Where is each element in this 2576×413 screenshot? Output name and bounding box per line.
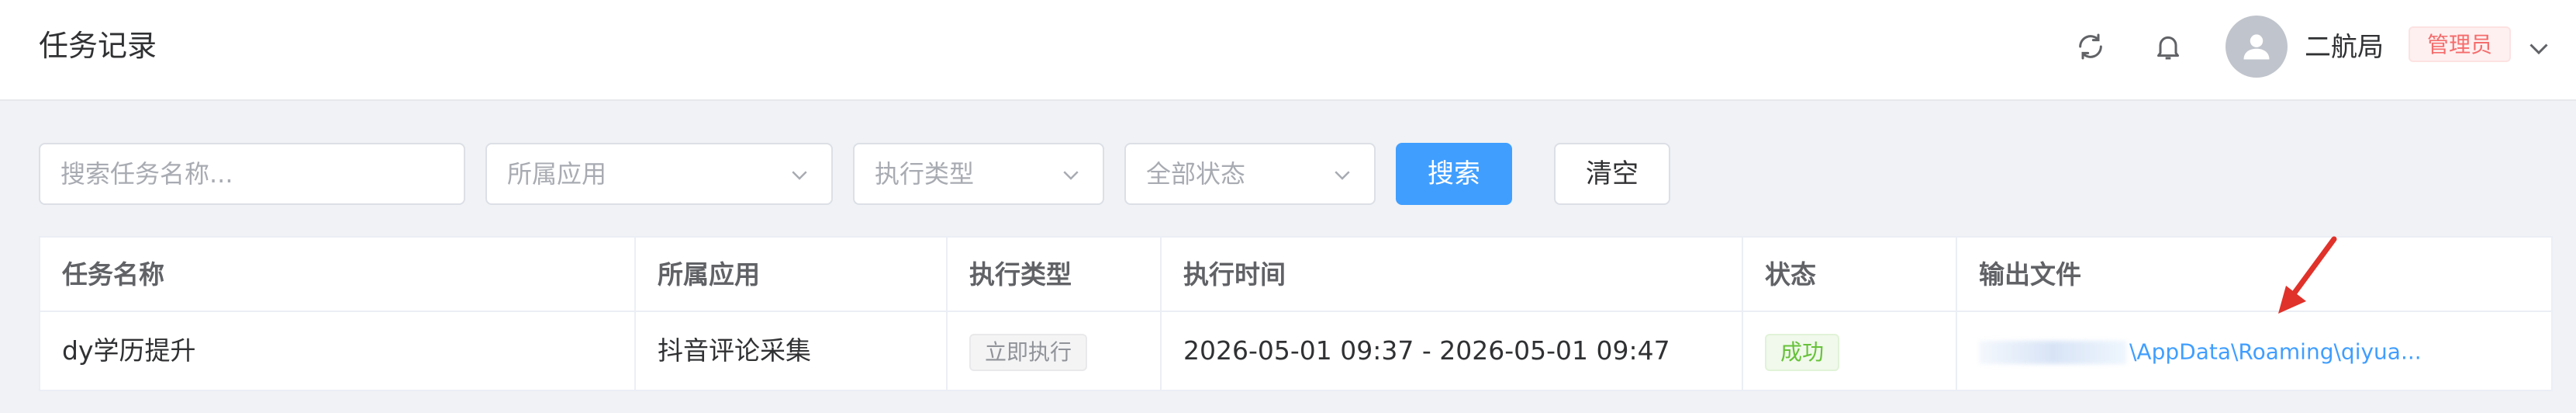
app-select-value: 所属应用 <box>507 159 607 189</box>
column-header-time: 执行时间 <box>1162 238 1743 312</box>
column-header-output: 输出文件 <box>1957 238 2553 312</box>
chevron-down-icon[interactable] <box>2525 34 2553 62</box>
page-title: 任务记录 <box>39 29 157 63</box>
role-badge: 管理员 <box>2409 26 2512 62</box>
cell-output: \AppData\Roaming\qiyua... <box>1957 312 2553 390</box>
cell-app: 抖音评论采集 <box>636 312 948 390</box>
column-header-name: 任务名称 <box>40 238 636 312</box>
status-select[interactable]: 全部状态 <box>1124 143 1376 205</box>
user-avatar-icon[interactable] <box>2226 16 2288 78</box>
search-button[interactable]: 搜索 <box>1396 143 1512 205</box>
status-select-value: 全部状态 <box>1146 159 1246 189</box>
clear-button[interactable]: 清空 <box>1554 143 1670 205</box>
chevron-down-icon <box>1063 171 1079 180</box>
username[interactable]: 二航局 <box>2305 28 2384 67</box>
top-header: 任务记录 二航局 管理员 <box>0 0 2576 101</box>
cell-time: 2026-05-01 09:37 - 2026-05-01 09:47 <box>1162 312 1743 390</box>
task-table: 任务名称 所属应用 执行类型 执行时间 状态 输出文件 dy学历提升 抖音评论采… <box>39 236 2553 391</box>
search-input[interactable]: 搜索任务名称... <box>39 143 465 205</box>
redacted-path-segment <box>1979 340 2126 364</box>
cell-task-name: dy学历提升 <box>40 312 636 390</box>
app-select[interactable]: 所属应用 <box>485 143 833 205</box>
cell-type: 立即执行 <box>948 312 1162 390</box>
chevron-down-icon <box>792 171 807 180</box>
type-select[interactable]: 执行类型 <box>853 143 1104 205</box>
chevron-down-icon <box>1335 171 1350 180</box>
column-header-type: 执行类型 <box>948 238 1162 312</box>
type-select-value: 执行类型 <box>875 159 975 189</box>
search-placeholder: 搜索任务名称... <box>60 159 233 189</box>
refresh-icon[interactable] <box>2074 30 2108 64</box>
column-header-status: 状态 <box>1743 238 1957 312</box>
cell-status: 成功 <box>1743 312 1957 390</box>
output-file-link[interactable]: \AppData\Roaming\qiyua... <box>2129 339 2422 365</box>
type-tag: 立即执行 <box>969 333 1088 371</box>
column-header-app: 所属应用 <box>636 238 948 312</box>
bell-icon[interactable] <box>2151 30 2185 64</box>
status-badge: 成功 <box>1765 333 1840 371</box>
annotation-arrow-icon <box>2278 236 2337 314</box>
